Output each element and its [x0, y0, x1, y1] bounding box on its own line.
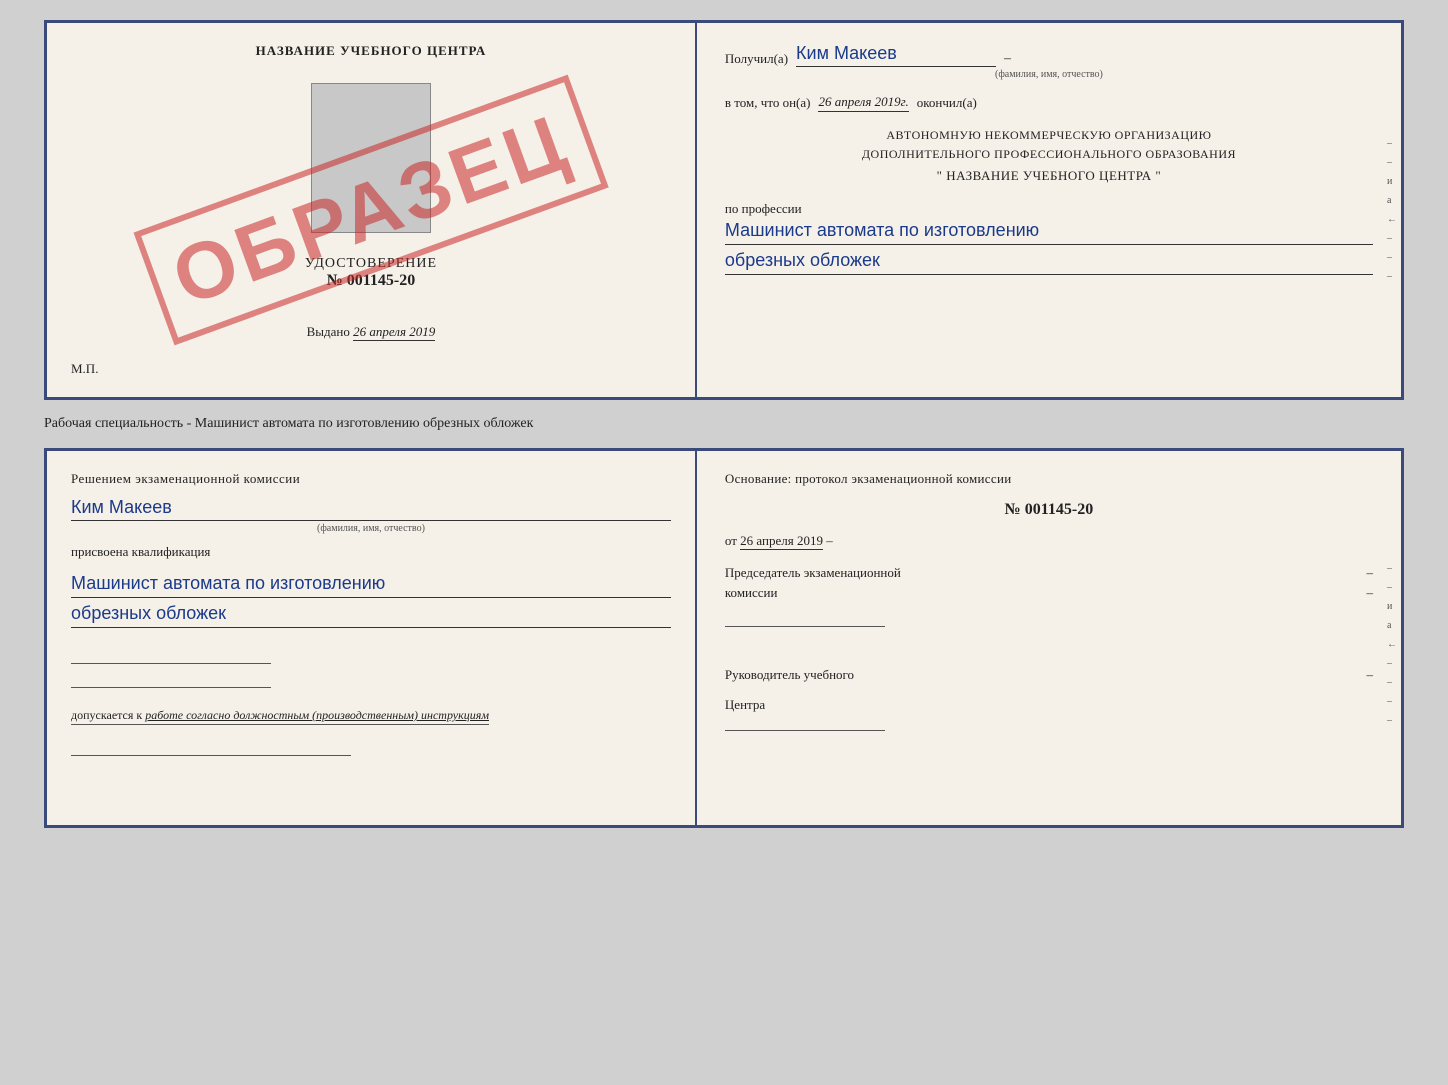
komissia-name: Ким Макеев [71, 497, 671, 521]
prisvoena-label: присвоена квалификация [71, 544, 671, 560]
right-edge-marks: – – и а ← – – – [1387, 138, 1401, 282]
dash-pred-2: – [1366, 583, 1373, 603]
edge-b-dash-4: – [1387, 677, 1397, 688]
certificate-top: НАЗВАНИЕ УЧЕБНОГО ЦЕНТРА УДОСТОВЕРЕНИЕ №… [44, 20, 1404, 400]
org-line2: ДОПОЛНИТЕЛЬНОГО ПРОФЕССИОНАЛЬНОГО ОБРАЗО… [725, 145, 1373, 164]
profession-block: по профессии Машинист автомата по изгото… [725, 201, 1373, 275]
rukovoditel-line2: Центра [725, 695, 1373, 715]
predsedatel-block: Председатель экзаменационной – комиссии … [725, 563, 1373, 627]
okonchil-label: окончил(а) [917, 95, 977, 111]
predsedatel-signature-line [725, 626, 885, 627]
dash-pred-1: – [1366, 563, 1373, 583]
rukovoditel-line1: Руководитель учебного – [725, 665, 1373, 685]
protocol-date: 26 апреля 2019 [740, 533, 823, 550]
udostoverenie-title: УДОСТОВЕРЕНИЕ [305, 256, 437, 272]
rukovoditel-block: Руководитель учебного – Центра [725, 655, 1373, 735]
vydano-line: Выдано 26 апреля 2019 [307, 324, 436, 340]
dash-ruk-1: – [1366, 665, 1373, 685]
ot-label: от [725, 533, 737, 548]
edge-dash-4: – [1387, 252, 1397, 263]
poluchil-block: Получил(а) Ким Макеев – (фамилия, имя, о… [725, 43, 1373, 80]
edge-b-dash-2: – [1387, 582, 1397, 593]
cert-number-top: № 001145-20 [305, 272, 437, 290]
cert-left-panel: НАЗВАНИЕ УЧЕБНОГО ЦЕНТРА УДОСТОВЕРЕНИЕ №… [47, 23, 697, 397]
edge-b-i: и [1387, 601, 1397, 612]
certificate-bottom: Решением экзаменационной комиссии Ким Ма… [44, 448, 1404, 828]
profession-line1: Машинист автомата по изготовлению [725, 217, 1373, 245]
right-edge-marks-bottom: – – и а ← – – – – [1387, 563, 1401, 726]
document-container: НАЗВАНИЕ УЧЕБНОГО ЦЕНТРА УДОСТОВЕРЕНИЕ №… [44, 20, 1404, 828]
dopuskaetsya-value: работе согласно должностным (производств… [145, 708, 489, 722]
profession-line2: обрезных обложек [725, 247, 1373, 275]
recipient-name: Ким Макеев [796, 43, 996, 67]
edge-dash-a: а [1387, 195, 1397, 206]
blank-line-3 [71, 738, 351, 756]
vtom-line: в том, что он(а) 26 апреля 2019г. окончи… [725, 94, 1373, 112]
edge-b-dash-6: – [1387, 715, 1397, 726]
school-name-top: НАЗВАНИЕ УЧЕБНОГО ЦЕНТРА [256, 43, 487, 59]
bottom-left-panel: Решением экзаменационной комиссии Ким Ма… [47, 451, 697, 825]
resheniem-title: Решением экзаменационной комиссии [71, 471, 671, 487]
po-professii-label: по профессии [725, 201, 1373, 217]
qualification-line2: обрезных обложек [71, 600, 671, 628]
edge-b-dash-1: – [1387, 563, 1397, 574]
dopuskaetsya-text: допускается к [71, 708, 142, 722]
dopuskaetsya-block: допускается к работе согласно должностны… [71, 706, 671, 724]
qualification-block: Машинист автомата по изготовлению обрезн… [71, 570, 671, 628]
edge-b-arrow: ← [1387, 639, 1397, 650]
udostoverenie-block: УДОСТОВЕРЕНИЕ № 001145-20 [305, 256, 437, 290]
poluchil-line: Получил(а) Ким Макеев – [725, 43, 1373, 67]
edge-b-dash-3: – [1387, 658, 1397, 669]
edge-dash-2: – [1387, 157, 1397, 168]
completion-date: 26 апреля 2019г. [818, 94, 908, 112]
osnovaniye-text: Основание: протокол экзаменационной коми… [725, 471, 1373, 487]
komissia-name-block: Ким Макеев (фамилия, имя, отчество) [71, 497, 671, 534]
bottom-right-panel: Основание: протокол экзаменационной коми… [697, 451, 1401, 825]
vtom-label: в том, что он(а) [725, 95, 811, 111]
edge-dash-3: – [1387, 233, 1397, 244]
rukovoditel-signature-line [725, 730, 885, 731]
edge-dash-1: – [1387, 138, 1397, 149]
predsedatel-line1: Председатель экзаменационной – [725, 563, 1373, 583]
dopuskaetsya-label: допускается к работе согласно должностны… [71, 708, 489, 725]
fio-caption-top: (фамилия, имя, отчество) [725, 69, 1373, 80]
separator-text: Рабочая специальность - Машинист автомат… [44, 412, 1404, 436]
edge-dash-arrow: ← [1387, 214, 1397, 225]
protocol-number: № 001145-20 [725, 501, 1373, 519]
poluchil-label: Получил(а) [725, 51, 788, 67]
cert-right-panel: Получил(а) Ким Макеев – (фамилия, имя, о… [697, 23, 1401, 397]
mp-line: М.П. [71, 361, 98, 377]
dash-right-date: – [826, 533, 833, 548]
org-line1: АВТОНОМНУЮ НЕКОММЕРЧЕСКУЮ ОРГАНИЗАЦИЮ [725, 126, 1373, 145]
edge-dash-i: и [1387, 176, 1397, 187]
bottom-blank-lines [71, 646, 671, 688]
org-block: АВТОНОМНУЮ НЕКОММЕРЧЕСКУЮ ОРГАНИЗАЦИЮ ДО… [725, 126, 1373, 187]
blank-line-1 [71, 646, 271, 664]
dash-after-name: – [1004, 51, 1011, 67]
photo-placeholder [311, 83, 431, 233]
vydano-date: 26 апреля 2019 [353, 324, 435, 341]
vydano-label: Выдано [307, 324, 350, 339]
qualification-line1: Машинист автомата по изготовлению [71, 570, 671, 598]
org-name: " НАЗВАНИЕ УЧЕБНОГО ЦЕНТРА " [725, 166, 1373, 187]
blank-line-2 [71, 670, 271, 688]
protocol-date-block: от 26 апреля 2019 – [725, 533, 1373, 549]
edge-b-dash-5: – [1387, 696, 1397, 707]
edge-dash-5: – [1387, 271, 1397, 282]
fio-caption-bottom: (фамилия, имя, отчество) [71, 523, 671, 534]
edge-b-a: а [1387, 620, 1397, 631]
predsedatel-line2: комиссии – [725, 583, 1373, 603]
